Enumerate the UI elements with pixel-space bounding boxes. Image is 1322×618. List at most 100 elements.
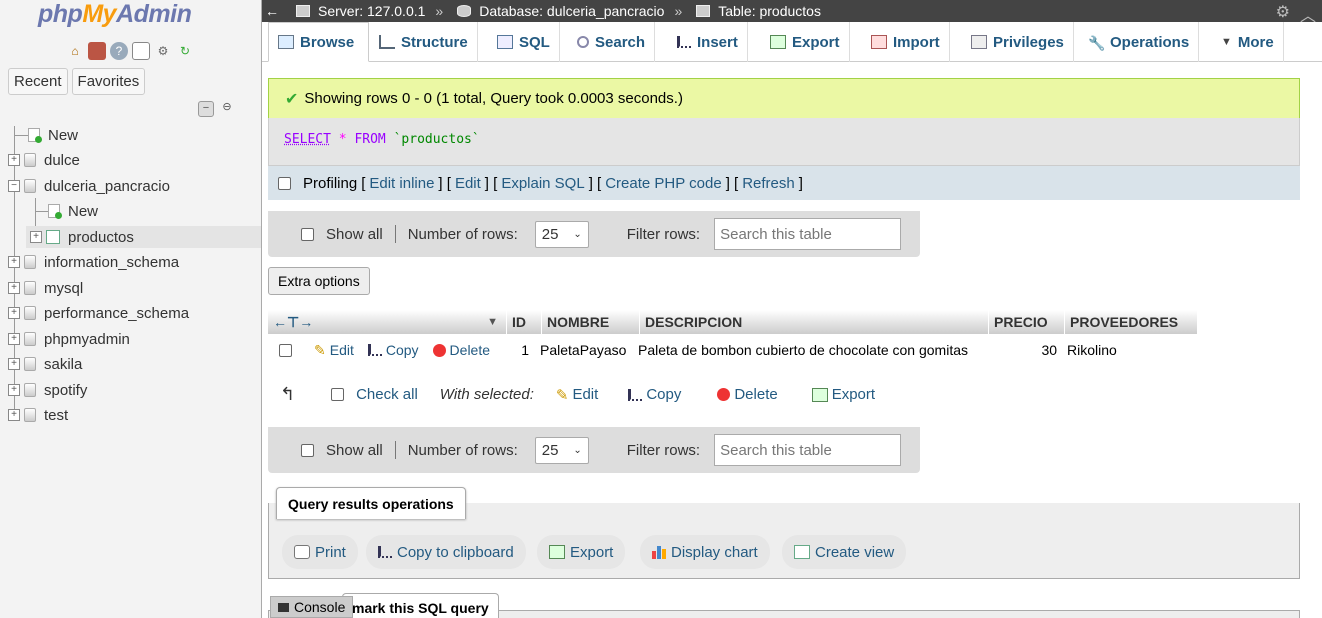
bulk-copy-button[interactable]: Copy xyxy=(628,386,681,403)
extra-options-label: Extra options xyxy=(278,273,360,289)
sql-keyword-select[interactable]: SELECT xyxy=(284,132,331,147)
cell-nombre[interactable]: PaletaPayaso xyxy=(540,342,638,358)
collapse-icon[interactable]: − xyxy=(8,180,20,192)
row-edit-button[interactable]: ✎ Edit xyxy=(314,342,354,359)
bulk-delete-button[interactable]: Delete xyxy=(717,386,778,403)
row-delete-button[interactable]: Delete xyxy=(432,342,490,358)
expand-icon[interactable]: + xyxy=(8,307,20,319)
tree-item-mysql[interactable]: + mysql xyxy=(8,277,83,299)
breadcrumb-table[interactable]: Table: productos xyxy=(696,3,821,19)
tab-import[interactable]: Import xyxy=(862,22,950,62)
tab-privileges[interactable]: Privileges xyxy=(962,22,1074,62)
cell-proveedores[interactable]: Rikolino xyxy=(1067,342,1117,358)
expand-icon[interactable]: + xyxy=(8,256,20,268)
column-header-proveedores[interactable]: PROVEEDORES xyxy=(1065,310,1198,334)
expand-icon[interactable]: + xyxy=(8,333,20,345)
logout-icon[interactable] xyxy=(88,42,106,60)
check-icon: ✔ xyxy=(285,90,299,108)
column-header-nombre[interactable]: NOMBRE xyxy=(542,310,640,334)
tree-item-information-schema[interactable]: + information_schema xyxy=(8,251,179,273)
filter-rows-input[interactable]: Search this table xyxy=(714,218,902,250)
copy-to-clipboard-button[interactable]: Copy to clipboard xyxy=(366,535,526,569)
cell-precio[interactable]: 30 xyxy=(987,342,1057,358)
tree-label: productos xyxy=(68,228,134,246)
tab-structure[interactable]: Structure xyxy=(370,22,478,62)
num-rows-select[interactable]: 25 ⌄ xyxy=(534,220,589,248)
tree-item-spotify[interactable]: + spotify xyxy=(8,379,87,401)
check-all-checkbox[interactable] xyxy=(331,388,345,401)
row-checkbox[interactable] xyxy=(279,343,292,357)
settings-gear-icon[interactable]: ⚙ xyxy=(154,42,172,60)
column-header-descripcion[interactable]: DESCRIPCION xyxy=(640,310,989,334)
refresh-link[interactable]: Refresh xyxy=(742,175,795,192)
tab-sql[interactable]: SQL xyxy=(488,22,560,62)
breadcrumb-server[interactable]: Server: 127.0.0.1 xyxy=(296,3,425,19)
phpmyadmin-logo[interactable]: phpMyAdmin xyxy=(38,0,192,29)
expand-icon[interactable]: + xyxy=(8,154,20,166)
tree-item-dulce[interactable]: + dulce xyxy=(8,149,80,171)
display-chart-button[interactable]: Display chart xyxy=(640,535,770,569)
show-all-checkbox[interactable] xyxy=(301,227,314,241)
console-button[interactable]: Console xyxy=(270,596,354,618)
wrench-icon: 🔧 xyxy=(1088,35,1106,51)
recent-tab[interactable]: Recent xyxy=(8,68,68,95)
num-rows-label: Number of rows: xyxy=(407,441,518,459)
tab-label: SQL xyxy=(519,33,550,51)
help-icon[interactable]: ? xyxy=(110,42,128,60)
reload-icon[interactable]: ↻ xyxy=(176,42,194,60)
sql-query-box[interactable]: SELECT * FROM `productos` xyxy=(268,118,1300,166)
show-all-checkbox[interactable] xyxy=(301,443,314,457)
bulk-edit-button[interactable]: ✎ Edit xyxy=(556,386,598,404)
tab-browse[interactable]: Browse xyxy=(268,22,369,62)
explain-sql-link[interactable]: Explain SQL xyxy=(501,175,584,192)
cell-descripcion[interactable]: Paleta de bombon cubierto de chocolate c… xyxy=(638,342,987,358)
tree-item-sakila[interactable]: + sakila xyxy=(8,353,82,375)
tree-item-new[interactable]: New xyxy=(14,124,78,146)
tree-item-performance-schema[interactable]: + performance_schema xyxy=(8,302,189,324)
extra-options-button[interactable]: Extra options xyxy=(268,267,370,295)
print-button[interactable]: Print xyxy=(282,535,358,569)
profiling-checkbox[interactable] xyxy=(278,176,291,190)
tree-item-new-table[interactable]: New xyxy=(36,200,98,222)
expand-icon[interactable]: + xyxy=(8,409,20,421)
column-header-id[interactable]: ID xyxy=(507,310,542,334)
bulk-export-button[interactable]: Export xyxy=(811,386,875,403)
tree-item-phpmyadmin[interactable]: + phpmyadmin xyxy=(8,328,130,350)
breadcrumb-database[interactable]: Database: dulceria_pancracio xyxy=(457,3,664,19)
row-copy-button[interactable]: Copy xyxy=(367,342,419,358)
favorites-tab[interactable]: Favorites xyxy=(71,68,146,95)
pencil-icon: ✎ xyxy=(314,341,326,358)
expand-icon[interactable]: + xyxy=(30,231,42,243)
num-rows-select[interactable]: 25 ⌄ xyxy=(534,436,589,464)
create-php-code-link[interactable]: Create PHP code xyxy=(605,175,721,192)
tab-export[interactable]: Export xyxy=(761,22,850,62)
column-header-precio[interactable]: PRECIO xyxy=(989,310,1065,334)
copy-clipboard-label: Copy to clipboard xyxy=(397,543,514,561)
expand-icon[interactable]: + xyxy=(8,384,20,396)
expand-icon[interactable]: + xyxy=(8,282,20,294)
tab-insert[interactable]: Insert xyxy=(668,22,748,62)
create-view-button[interactable]: Create view xyxy=(782,535,907,569)
edit-link[interactable]: Edit xyxy=(455,175,481,192)
export-button[interactable]: Export xyxy=(537,535,626,569)
chevron-down-icon[interactable]: ▼ xyxy=(487,316,498,328)
tab-search[interactable]: Search xyxy=(568,22,656,62)
back-arrow-icon[interactable]: ← xyxy=(262,3,282,19)
tab-more[interactable]: ▼ More xyxy=(1212,22,1284,62)
home-icon[interactable]: ⌂ xyxy=(66,42,84,60)
tree-item-test[interactable]: + test xyxy=(8,404,68,426)
check-all-link[interactable]: Check all xyxy=(356,386,418,403)
cell-id[interactable]: 1 xyxy=(519,342,529,358)
filter-rows-input[interactable]: Search this table xyxy=(714,434,902,466)
link-with-main-icon[interactable]: ⊖ xyxy=(219,101,235,117)
breadcrumb-separator: » xyxy=(674,3,683,19)
arrows-icon[interactable]: ←⊤→ xyxy=(273,314,313,331)
docs-icon[interactable] xyxy=(132,42,150,60)
tree-item-dulceria-pancracio[interactable]: − dulceria_pancracio xyxy=(8,175,170,197)
table-row: ✎ Edit Copy Delete 1 PaletaPayaso Paleta … xyxy=(268,336,1117,364)
expand-icon[interactable]: + xyxy=(8,358,20,370)
tree-item-productos[interactable]: + productos xyxy=(26,226,261,248)
tab-operations[interactable]: 🔧 Operations xyxy=(1079,22,1200,62)
collapse-all-icon[interactable]: − xyxy=(198,101,214,117)
edit-inline-link[interactable]: Edit inline xyxy=(369,175,434,192)
